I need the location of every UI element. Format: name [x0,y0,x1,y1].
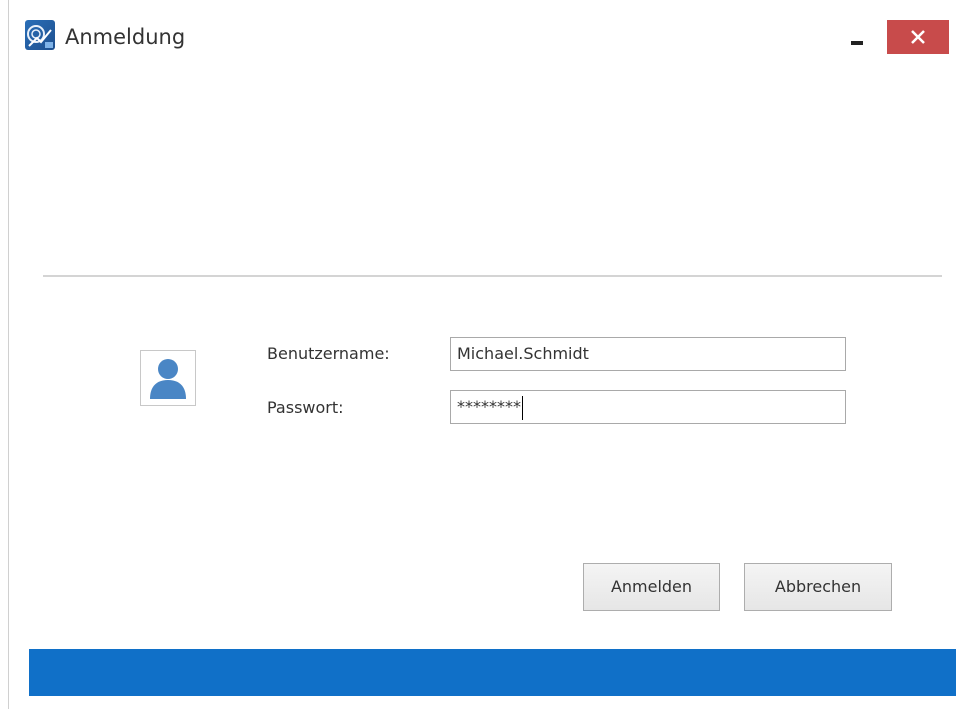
username-field[interactable]: Michael.Schmidt [450,337,846,371]
close-icon [911,30,925,44]
username-label: Benutzername: [267,344,390,363]
window-title: Anmeldung [65,25,186,49]
header-divider [43,275,942,277]
cancel-button[interactable]: Abbrechen [744,563,892,611]
user-avatar [140,350,196,406]
login-button[interactable]: Anmelden [583,563,720,611]
login-window: Anmeldung Benutzername: Michael.Schmidt … [8,0,961,709]
title-bar: Anmeldung [9,0,961,82]
password-label: Passwort: [267,398,344,417]
user-avatar-icon [150,359,186,399]
password-value: ******** [457,397,521,416]
close-button[interactable] [887,20,949,54]
resize-grip[interactable] [957,650,960,695]
username-value: Michael.Schmidt [457,344,589,363]
status-bar [29,649,956,696]
minimize-button[interactable] [839,18,879,58]
password-field[interactable]: ******** [450,390,846,424]
minimize-icon [851,41,863,45]
text-caret [522,395,523,420]
app-icon [25,20,55,50]
